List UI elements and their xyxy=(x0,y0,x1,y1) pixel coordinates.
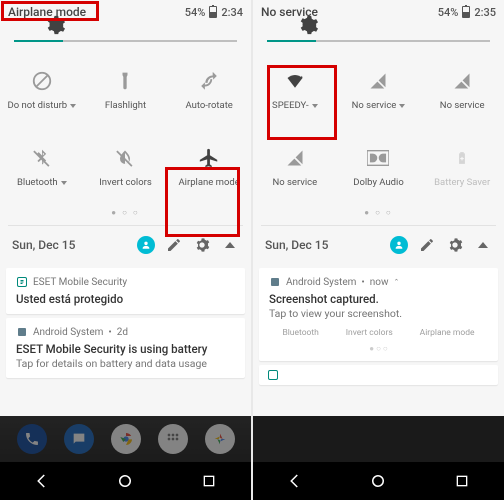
flashlight-icon xyxy=(114,70,136,92)
home-button[interactable] xyxy=(115,471,135,491)
gear-icon[interactable] xyxy=(193,236,211,254)
signal-icon xyxy=(367,70,389,92)
notif-app-name: Android System xyxy=(286,277,356,288)
notif-app-name: ESET Mobile Security xyxy=(33,277,127,288)
signal-icon xyxy=(284,147,306,169)
apps-icon[interactable] xyxy=(158,424,188,454)
collapse-icon[interactable] xyxy=(221,236,239,254)
battery-percent: 54% xyxy=(438,6,459,19)
recents-button[interactable] xyxy=(199,471,219,491)
tile-dolby[interactable]: Dolby Audio xyxy=(337,137,421,202)
tile-bluetooth[interactable]: Bluetooth xyxy=(0,137,84,202)
back-button[interactable] xyxy=(285,471,305,491)
back-button[interactable] xyxy=(32,471,52,491)
app-dock xyxy=(0,416,251,462)
notification-android-system[interactable]: Android System • 2d ESET Mobile Security… xyxy=(6,318,245,378)
tile-cellular-1[interactable]: No service xyxy=(337,60,421,125)
edit-icon[interactable] xyxy=(165,236,183,254)
auto-rotate-icon xyxy=(198,70,220,92)
app-dock xyxy=(253,416,504,462)
brightness-gear-icon[interactable] xyxy=(44,14,66,40)
messages-app-icon[interactable] xyxy=(64,424,94,454)
navigation-bar xyxy=(253,462,504,500)
chrome-app-icon[interactable] xyxy=(111,424,141,454)
phone-right: No service 54% 2:35 SPEEDY- No service N… xyxy=(253,0,504,500)
notif-app-name: Android System xyxy=(33,327,103,338)
bluetooth-icon xyxy=(31,147,53,169)
eset-icon xyxy=(16,276,28,288)
battery-icon xyxy=(209,6,217,18)
tile-cellular-3[interactable]: No service xyxy=(253,137,337,202)
tile-do-not-disturb[interactable]: Do not disturb xyxy=(0,60,84,125)
tile-auto-rotate[interactable]: Auto-rotate xyxy=(167,60,251,125)
edit-icon[interactable] xyxy=(418,236,436,254)
quick-settings-row-2: Bluetooth Invert colors Airplane mode xyxy=(0,129,251,206)
notification-collapsed[interactable] xyxy=(259,365,498,385)
notification-eset[interactable]: ESET Mobile Security Usted está protegid… xyxy=(6,268,245,314)
collapse-icon[interactable] xyxy=(474,236,492,254)
status-right: 54% 2:34 xyxy=(185,6,243,19)
home-button[interactable] xyxy=(368,471,388,491)
tile-cellular-2[interactable]: No service xyxy=(420,60,504,125)
screenshot-thumbnail-labels: Bluetooth Invert colors Airplane mode xyxy=(269,328,488,338)
airplane-icon xyxy=(198,147,220,169)
notif-title: Usted está protegido xyxy=(16,292,235,306)
wifi-icon xyxy=(284,70,306,92)
clock: 2:34 xyxy=(221,6,243,19)
user-icon[interactable] xyxy=(137,236,155,254)
android-icon xyxy=(269,276,281,288)
tile-airplane-mode[interactable]: Airplane mode xyxy=(167,137,251,202)
expand-caret-icon[interactable]: ⌃ xyxy=(394,278,400,286)
notif-title: Screenshot captured. xyxy=(269,292,488,306)
tile-invert-colors[interactable]: Invert colors xyxy=(84,137,168,202)
notif-body: Tap for details on battery and data usag… xyxy=(16,357,235,370)
gear-icon[interactable] xyxy=(446,236,464,254)
invert-colors-icon xyxy=(114,147,136,169)
clock: 2:35 xyxy=(474,6,496,19)
tile-flashlight[interactable]: Flashlight xyxy=(84,60,168,125)
quick-settings-row-1: SPEEDY- No service No service xyxy=(253,52,504,129)
notif-title: ESET Mobile Security is using battery xyxy=(16,342,235,356)
photos-app-icon[interactable] xyxy=(205,424,235,454)
phone-left: Airplane mode 54% 2:34 Do not disturb Fl… xyxy=(0,0,251,500)
battery-percent: 54% xyxy=(185,6,206,19)
tile-battery-saver[interactable]: Battery Saver xyxy=(420,137,504,202)
status-bar: Airplane mode 54% 2:34 xyxy=(0,0,251,24)
battery-saver-icon xyxy=(451,147,473,169)
battery-icon xyxy=(462,6,470,18)
phone-app-icon[interactable] xyxy=(17,424,47,454)
brightness-slider[interactable] xyxy=(253,24,504,52)
user-icon[interactable] xyxy=(390,236,408,254)
navigation-bar xyxy=(0,462,251,500)
date-row: Sun, Dec 15 xyxy=(253,226,504,264)
tile-wifi[interactable]: SPEEDY- xyxy=(253,60,337,125)
status-right: 54% 2:35 xyxy=(438,6,496,19)
brightness-gear-icon[interactable] xyxy=(297,14,319,40)
signal-icon xyxy=(451,70,473,92)
status-bar: No service 54% 2:35 xyxy=(253,0,504,24)
date-row: Sun, Dec 15 xyxy=(0,226,251,264)
page-indicator: ● ○ ○ xyxy=(0,206,251,225)
quick-settings-row-1: Do not disturb Flashlight Auto-rotate xyxy=(0,52,251,129)
quick-settings-row-2: No service Dolby Audio Battery Saver xyxy=(253,129,504,206)
android-icon xyxy=(16,326,28,338)
do-not-disturb-icon xyxy=(31,70,53,92)
dolby-icon xyxy=(367,147,389,169)
notif-body: Tap to view your screenshot. xyxy=(269,307,488,320)
notif-meta: 2d xyxy=(117,327,128,338)
eset-icon xyxy=(267,369,279,381)
page-indicator: ● ○ ○ xyxy=(253,206,504,225)
brightness-slider[interactable] xyxy=(0,24,251,52)
notif-meta: now xyxy=(370,277,389,288)
date-label: Sun, Dec 15 xyxy=(265,238,380,252)
notification-screenshot[interactable]: Android System • now ⌃ Screenshot captur… xyxy=(259,268,498,361)
recents-button[interactable] xyxy=(452,471,472,491)
date-label: Sun, Dec 15 xyxy=(12,238,127,252)
